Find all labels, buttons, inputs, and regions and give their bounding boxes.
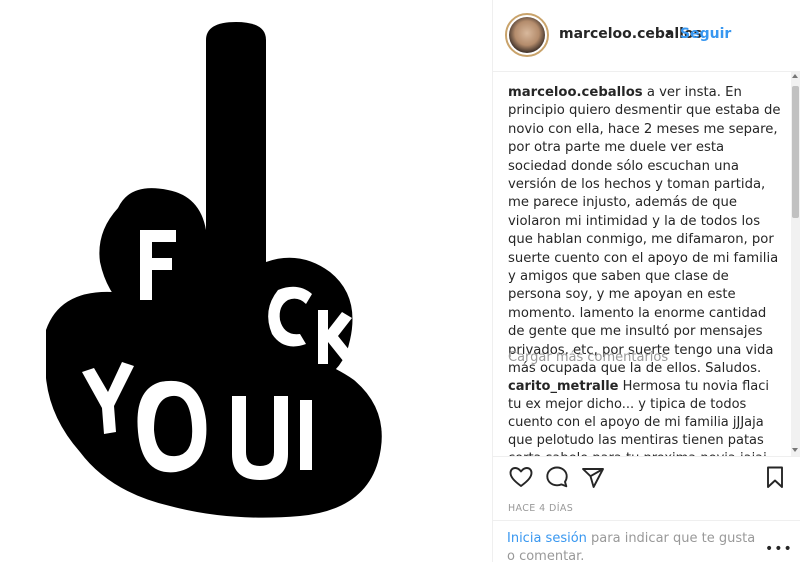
- heart-icon[interactable]: [507, 463, 535, 491]
- bookmark-icon[interactable]: [761, 463, 789, 491]
- comments-scrollbar[interactable]: [791, 72, 800, 456]
- post-sidebar: marceloo.ceballos • Seguir marceloo.ceba…: [493, 0, 800, 562]
- caption-username[interactable]: marceloo.ceballos: [508, 85, 643, 100]
- comment-item: carito_metralle Hermosa tu novia flaci t…: [508, 378, 783, 456]
- caption-text: a ver insta. En principio quiero desment…: [508, 85, 781, 377]
- middle-finger-illustration: [46, 22, 382, 518]
- post-timestamp[interactable]: HACE 4 DÍAS: [508, 503, 573, 514]
- avatar-photo: [509, 17, 545, 53]
- caption: marceloo.ceballos a ver insta. En princi…: [508, 84, 783, 379]
- post-header: marceloo.ceballos • Seguir: [493, 0, 800, 72]
- post-actions: HACE 4 DÍAS: [493, 456, 800, 520]
- login-prompt: Inicia sesión para indicar que te gusta …: [507, 530, 757, 562]
- post-image[interactable]: [0, 0, 492, 562]
- comment-username[interactable]: carito_metralle: [508, 379, 618, 394]
- comments-area: marceloo.ceballos a ver insta. En princi…: [493, 72, 790, 456]
- load-more-comments-button[interactable]: Cargar más comentarios: [508, 350, 668, 365]
- login-prompt-bar: Inicia sesión para indicar que te gusta …: [493, 520, 800, 562]
- scroll-up-arrow-icon[interactable]: [792, 74, 798, 78]
- follow-button[interactable]: Seguir: [680, 26, 731, 42]
- instagram-post: marceloo.ceballos • Seguir marceloo.ceba…: [0, 0, 800, 562]
- separator-dot: •: [665, 26, 674, 42]
- more-options-icon[interactable]: •••: [765, 541, 793, 557]
- scroll-thumb[interactable]: [792, 86, 799, 218]
- login-link[interactable]: Inicia sesión: [507, 531, 587, 546]
- avatar[interactable]: [505, 13, 549, 57]
- comment-icon[interactable]: [543, 463, 571, 491]
- scroll-down-arrow-icon[interactable]: [792, 448, 798, 452]
- share-icon[interactable]: [579, 463, 607, 491]
